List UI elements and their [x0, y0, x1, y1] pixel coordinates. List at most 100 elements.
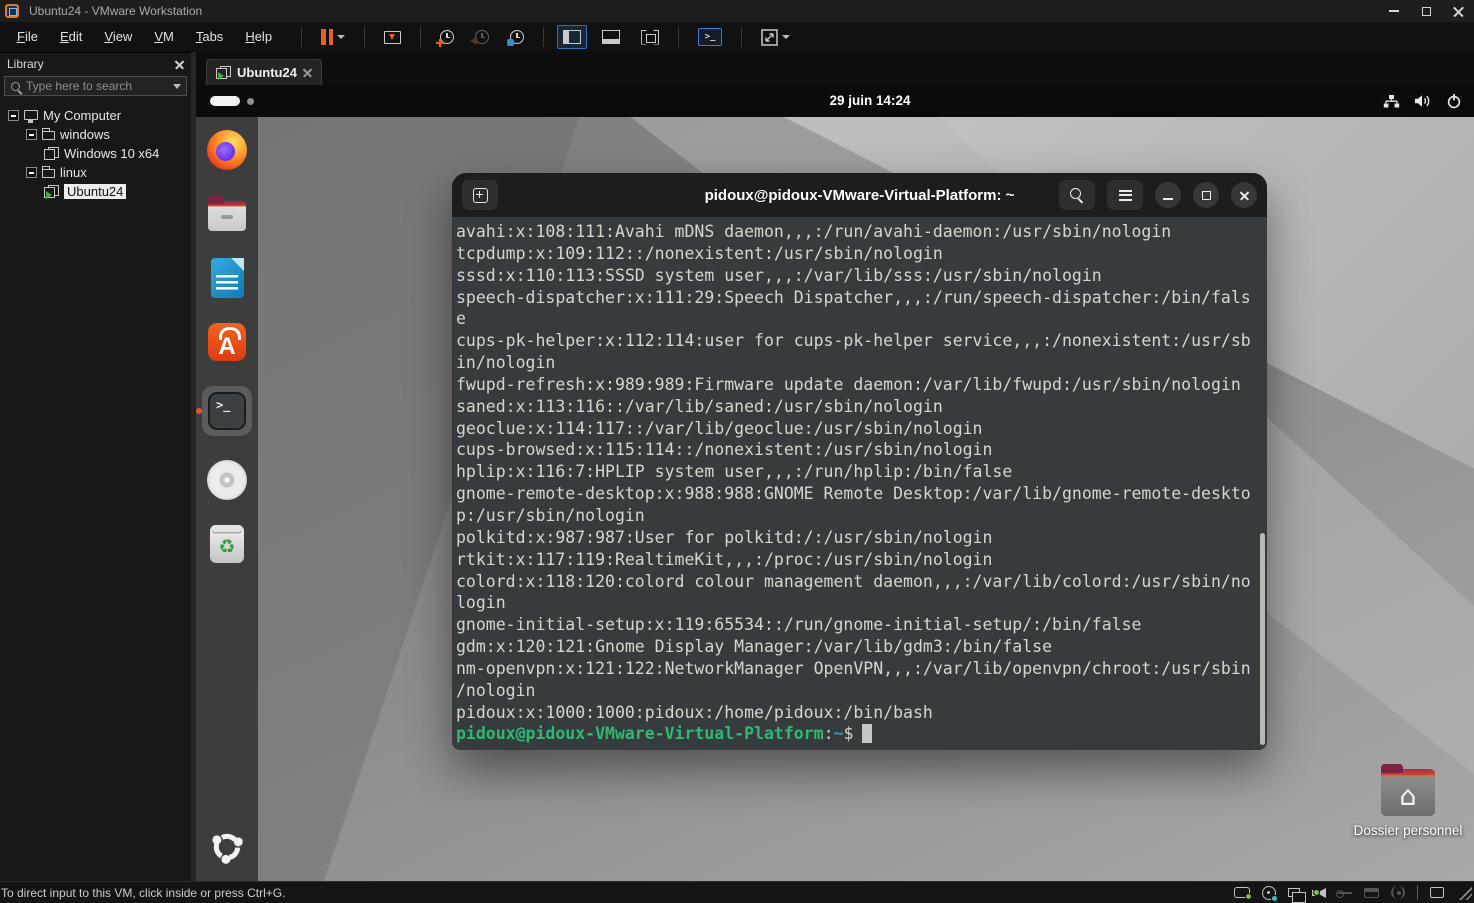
search-dropdown-icon[interactable]	[173, 84, 181, 89]
dock: A >_ ♻	[196, 117, 258, 881]
library-item-windows[interactable]: windows	[0, 125, 191, 144]
take-snapshot-button[interactable]	[434, 25, 460, 49]
terminal-line: pidoux:x:1000:1000:pidoux:/home/pidoux:/…	[456, 702, 1267, 724]
toolbar-separator	[678, 27, 679, 47]
terminal-line: sssd:x:110:113:SSSD system user,,,:/var/…	[456, 265, 1267, 287]
vmware-logo-icon	[5, 4, 19, 18]
search-input[interactable]	[26, 79, 168, 93]
terminal-cursor	[862, 724, 872, 743]
terminal-search-button[interactable]	[1059, 180, 1095, 210]
menu-tabs[interactable]: Tabs	[185, 29, 234, 44]
revert-snapshot-button[interactable]	[469, 25, 495, 49]
manage-snapshots-button[interactable]	[504, 25, 530, 49]
tab-ubuntu24[interactable]: Ubuntu24	[206, 59, 322, 85]
home-folder-icon: ⌂	[1381, 769, 1435, 816]
dock-item-app-center[interactable]: A	[205, 322, 249, 362]
terminal-line: p:/usr/sbin/nologin	[456, 505, 1267, 527]
terminal-line: rtkit:x:117:119:RealtimeKit,,,:/proc:/us…	[456, 549, 1267, 571]
library-header: Library	[0, 53, 191, 75]
window-minimize-button[interactable]	[1378, 0, 1410, 22]
terminal-minimize-button[interactable]	[1155, 182, 1181, 208]
device-sound-icon[interactable]	[1317, 888, 1326, 898]
terminal-menu-button[interactable]	[1107, 180, 1143, 210]
menu-view[interactable]: View	[93, 29, 143, 44]
ctrl-alt-del-icon	[384, 31, 401, 44]
tree-expander-icon[interactable]	[8, 110, 19, 121]
library-item-windows-10-x64[interactable]: Windows 10 x64	[0, 144, 191, 163]
show-apps-button[interactable]	[205, 825, 249, 869]
device-printer-icon[interactable]	[1364, 888, 1379, 898]
terminal-titlebar[interactable]: pidoux@pidoux-VMware-Virtual-Platform: ~	[452, 173, 1267, 217]
dock-item-terminal[interactable]: >_	[202, 386, 252, 436]
dock-item-disc[interactable]	[205, 460, 249, 500]
fit-frame-icon	[641, 30, 659, 45]
window-close-button[interactable]	[1442, 0, 1474, 22]
menu-help[interactable]: Help	[234, 29, 283, 44]
maximize-icon	[1202, 191, 1211, 200]
dock-item-libreoffice-writer[interactable]	[205, 258, 249, 298]
dock-item-trash[interactable]: ♻	[205, 524, 249, 564]
ubuntu-logo-icon	[209, 829, 245, 865]
close-icon	[175, 60, 184, 69]
menu-vm[interactable]: VM	[143, 29, 185, 44]
suspend-button[interactable]	[315, 24, 351, 50]
tree-item-label: Ubuntu24	[64, 184, 126, 199]
dock-item-files[interactable]	[205, 194, 249, 234]
fit-guest-button[interactable]	[635, 25, 665, 50]
dock-item-firefox[interactable]	[205, 130, 249, 170]
libreoffice-writer-icon	[211, 258, 244, 298]
menu-file[interactable]: File	[6, 29, 49, 44]
library-close-button[interactable]	[175, 60, 184, 69]
window-maximize-button[interactable]	[1410, 0, 1442, 22]
chevron-down-icon[interactable]	[782, 35, 790, 39]
vm-icon	[44, 147, 59, 160]
workspace-indicator-inactive[interactable]	[247, 98, 254, 105]
console-view-button[interactable]: >_	[692, 23, 728, 51]
terminal-line: tcpdump:x:109:112::/nonexistent:/usr/sbi…	[456, 243, 1267, 265]
power-icon[interactable]	[1446, 93, 1462, 109]
terminal-output[interactable]: avahi:x:108:111:Avahi mDNS daemon,,,:/ru…	[452, 217, 1267, 750]
terminal-close-button[interactable]	[1231, 182, 1257, 208]
tree-expander-icon[interactable]	[26, 167, 37, 178]
window-titlebar: Ubuntu24 - VMware Workstation	[0, 0, 1474, 22]
device-serial-icon[interactable]	[1391, 886, 1405, 899]
show-library-button[interactable]	[557, 25, 587, 49]
tree-expander-icon[interactable]	[26, 129, 37, 140]
volume-icon[interactable]	[1414, 94, 1432, 108]
menu-edit[interactable]: Edit	[49, 29, 93, 44]
toolbar: >_	[297, 23, 796, 51]
terminal-title: pidoux@pidoux-VMware-Virtual-Platform: ~	[705, 187, 1015, 204]
device-message-log-icon[interactable]	[1430, 887, 1444, 898]
maximize-icon	[1422, 7, 1431, 16]
stretch-guest-button[interactable]	[755, 24, 796, 51]
show-thumbnail-bar-button[interactable]	[596, 25, 626, 49]
network-icon[interactable]	[1383, 94, 1400, 109]
app-center-icon: A	[208, 323, 246, 361]
terminal-maximize-button[interactable]	[1193, 182, 1219, 208]
resize-grip[interactable]	[1457, 885, 1472, 900]
device-status-icons	[1234, 885, 1444, 900]
prompt-user-host: pidoux@pidoux-VMware-Virtual-Platform	[456, 724, 824, 743]
library-item-linux[interactable]: linux	[0, 163, 191, 182]
device-network-adapter-icon[interactable]	[1288, 888, 1300, 897]
panel-bottom-icon	[602, 30, 620, 44]
library-item-ubuntu24[interactable]: Ubuntu24	[0, 182, 191, 201]
send-ctrl-alt-del-button[interactable]	[378, 26, 407, 49]
tab-close-icon[interactable]	[303, 68, 312, 77]
library-item-my-computer[interactable]: My Computer	[0, 106, 191, 125]
topbar-clock[interactable]: 29 juin 14:24	[780, 85, 960, 117]
device-hard-disk-icon[interactable]	[1234, 887, 1250, 898]
workspace-indicator-active[interactable]	[210, 96, 240, 106]
desktop-icon-home-folder[interactable]: ⌂ Dossier personnel	[1348, 769, 1468, 838]
device-cd-rom-icon[interactable]	[1262, 886, 1276, 900]
device-status-dot	[1271, 895, 1278, 902]
menu-toolbar-row: FileEditViewVMTabsHelp	[0, 22, 1474, 52]
chevron-down-icon[interactable]	[337, 35, 345, 39]
new-tab-button[interactable]	[462, 180, 498, 210]
terminal-scrollbar-thumb[interactable]	[1260, 533, 1265, 745]
vm-running-icon	[44, 185, 59, 198]
device-usb-icon[interactable]	[1338, 892, 1352, 894]
app-center-glyph: A	[218, 335, 235, 359]
library-search	[4, 76, 187, 96]
new-tab-icon	[473, 188, 488, 203]
